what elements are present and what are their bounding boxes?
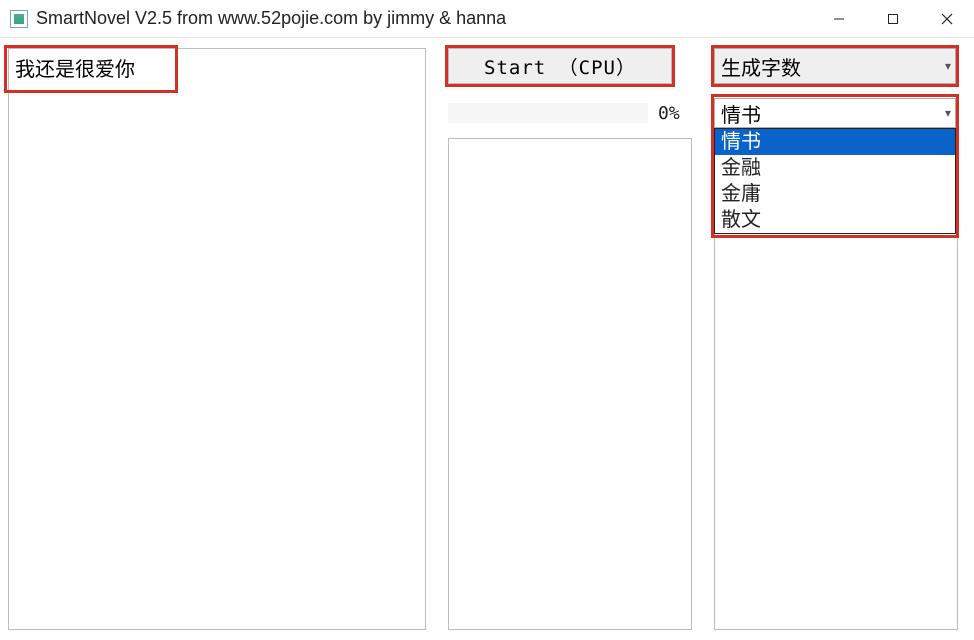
minimize-icon xyxy=(833,13,845,25)
app-icon xyxy=(10,10,28,28)
start-button[interactable]: Start （CPU） xyxy=(448,48,672,84)
prompt-input[interactable] xyxy=(8,48,426,630)
maximize-button[interactable] xyxy=(866,0,920,37)
style-dropdown-list[interactable]: 情书 金融 金庸 散文 xyxy=(714,128,956,234)
style-option[interactable]: 金庸 xyxy=(715,181,955,207)
close-button[interactable] xyxy=(920,0,974,37)
maximize-icon xyxy=(887,13,899,25)
content-area: Start （CPU） 0% 生成字数 ▾ 情书 ▾ 情书 金融 金庸 散文 xyxy=(0,38,974,640)
word-count-selected: 生成字数 xyxy=(721,52,801,81)
word-count-select[interactable]: 生成字数 ▾ xyxy=(714,48,956,84)
progress-bar xyxy=(448,103,648,123)
chevron-down-icon: ▾ xyxy=(945,59,951,74)
window-title: SmartNovel V2.5 from www.52pojie.com by … xyxy=(36,8,812,29)
chevron-down-icon: ▾ xyxy=(945,106,951,121)
output-middle[interactable] xyxy=(448,138,692,630)
close-icon xyxy=(941,13,953,25)
style-select[interactable]: 情书 ▾ xyxy=(714,98,956,128)
titlebar: SmartNovel V2.5 from www.52pojie.com by … xyxy=(0,0,974,38)
progress-row: 0% xyxy=(448,98,698,128)
style-selected: 情书 xyxy=(721,99,761,128)
minimize-button[interactable] xyxy=(812,0,866,37)
style-option[interactable]: 散文 xyxy=(715,207,955,233)
window-controls xyxy=(812,0,974,37)
progress-percent: 0% xyxy=(658,103,680,124)
style-option[interactable]: 情书 xyxy=(715,129,955,155)
style-option[interactable]: 金融 xyxy=(715,155,955,181)
